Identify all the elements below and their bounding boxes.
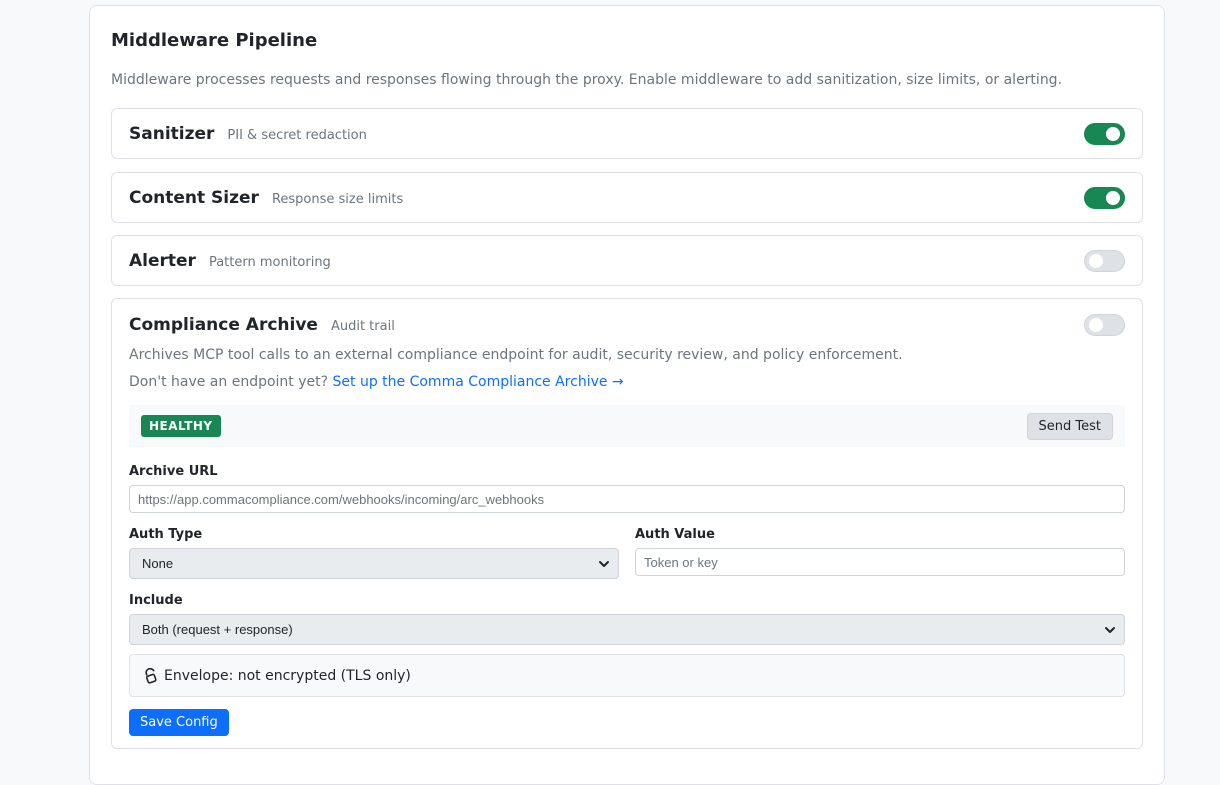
- endpoint-prompt-line: Don't have an endpoint yet? Set up the C…: [129, 373, 1125, 391]
- archive-description: Archives MCP tool calls to an external c…: [129, 347, 903, 363]
- middleware-name: Sanitizer: [129, 123, 215, 144]
- include-label: Include: [129, 593, 183, 608]
- auth-row: Auth Type None Auth Value Token or key: [129, 527, 1125, 579]
- auth-value-placeholder: Token or key: [644, 554, 718, 570]
- include-value: Both (request + response): [142, 622, 293, 637]
- middleware-subtitle: Pattern monitoring: [208, 254, 331, 270]
- panel-title: Middleware Pipeline: [111, 30, 318, 51]
- envelope-text: Envelope: not encrypted (TLS only): [164, 667, 411, 684]
- middleware-pipeline-panel: Middleware Pipeline Middleware processes…: [89, 5, 1165, 785]
- sanitizer-toggle[interactable]: [1084, 122, 1125, 145]
- middleware-card-sanitizer[interactable]: Sanitizer PII & secret redaction: [111, 108, 1143, 159]
- chevron-down-icon: [1105, 626, 1115, 633]
- save-config-button[interactable]: Save Config: [129, 709, 229, 736]
- archive-url-label: Archive URL: [129, 464, 218, 479]
- toggle-knob: [1089, 253, 1103, 268]
- archive-url-group: Archive URL https://app.commacompliance.…: [129, 464, 1125, 513]
- middleware-card-compliance-archive: Compliance Archive Audit trail Archives …: [111, 298, 1143, 749]
- toggle-knob: [1106, 126, 1120, 141]
- auth-value-input[interactable]: Token or key: [635, 548, 1125, 576]
- status-badge: HEALTHY: [141, 415, 221, 437]
- middleware-subtitle: Response size limits: [271, 191, 404, 207]
- include-select[interactable]: Both (request + response): [129, 614, 1125, 645]
- send-test-button[interactable]: Send Test: [1026, 412, 1113, 440]
- toggle-knob: [1106, 190, 1120, 205]
- envelope-status: Envelope: not encrypted (TLS only): [129, 654, 1125, 697]
- alerter-toggle[interactable]: [1084, 249, 1125, 272]
- middleware-name: Alerter: [129, 250, 196, 271]
- auth-value-group: Auth Value Token or key: [635, 527, 1125, 579]
- archive-status-bar: HEALTHY Send Test: [129, 405, 1125, 447]
- panel-description: Middleware processes requests and respon…: [111, 72, 1063, 88]
- middleware-subtitle: Audit trail: [330, 319, 395, 334]
- auth-type-group: Auth Type None: [129, 527, 619, 579]
- middleware-card-content-sizer[interactable]: Content Sizer Response size limits: [111, 172, 1143, 223]
- endpoint-prompt: Don't have an endpoint yet?: [129, 374, 329, 390]
- include-group: Include Both (request + response): [129, 593, 1125, 645]
- setup-archive-link[interactable]: Set up the Comma Compliance Archive →: [333, 374, 624, 390]
- archive-url-value: https://app.commacompliance.com/webhooks…: [138, 491, 545, 507]
- auth-type-label: Auth Type: [129, 527, 203, 542]
- auth-type-select[interactable]: None: [129, 548, 619, 579]
- middleware-name: Compliance Archive: [129, 315, 318, 335]
- auth-type-value: None: [142, 556, 174, 571]
- content-sizer-toggle[interactable]: [1084, 186, 1125, 209]
- unlocked-icon: [144, 667, 158, 684]
- auth-value-label: Auth Value: [635, 527, 715, 542]
- middleware-card-alerter[interactable]: Alerter Pattern monitoring: [111, 235, 1143, 286]
- compliance-archive-toggle[interactable]: [1084, 314, 1125, 336]
- middleware-name: Content Sizer: [129, 187, 259, 208]
- archive-url-input[interactable]: https://app.commacompliance.com/webhooks…: [129, 485, 1125, 513]
- toggle-knob: [1089, 318, 1103, 332]
- middleware-subtitle: PII & secret redaction: [227, 127, 367, 143]
- chevron-down-icon: [599, 560, 609, 567]
